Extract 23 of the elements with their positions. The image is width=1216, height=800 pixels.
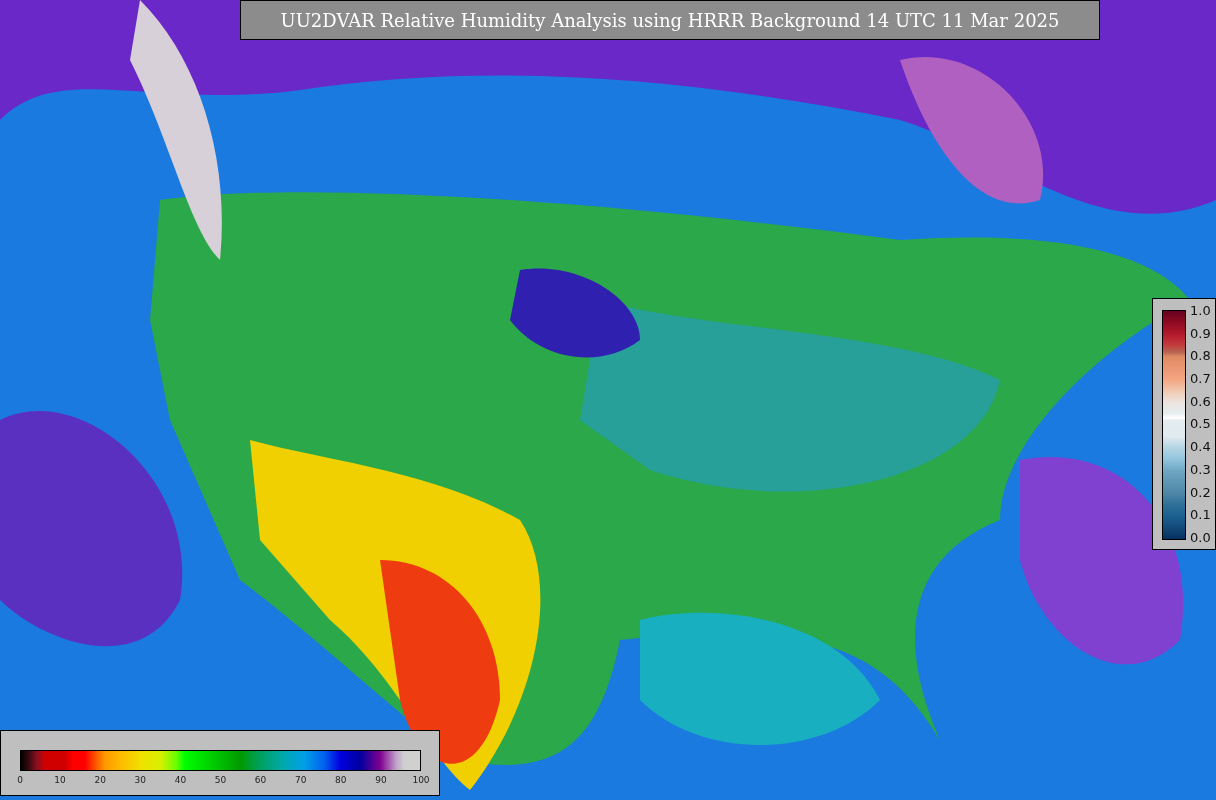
tick-label: 0.1 [1190,508,1211,522]
tick-label: 60 [254,775,267,785]
tick-label: 0.0 [1190,530,1211,544]
tick-label: 1.0 [1190,304,1211,317]
tick-label: 50 [214,775,227,785]
tick-label: 0 [17,775,23,785]
tick-label: 0.5 [1190,417,1211,431]
tick-label: 0.9 [1190,326,1211,340]
tick-label: 0.8 [1190,349,1211,363]
tick-label: 100 [412,775,430,785]
tick-label: 0.6 [1190,394,1211,408]
tick-label: 70 [294,775,307,785]
tick-label: 0.7 [1190,372,1211,386]
tick-label: 20 [94,775,106,785]
tick-label: 10 [54,775,66,785]
tick-label: 40 [174,775,187,785]
tick-label: 90 [375,775,387,785]
tick-label: 0.3 [1190,462,1211,476]
tick-label: 80 [335,775,347,785]
tick-label: 0.4 [1190,440,1211,454]
map-title: UU2DVAR Relative Humidity Analysis using HRRR Background 14 UTC 11 Mar 2025 [240,0,1100,40]
tick-label: 0.2 [1190,485,1211,499]
tick-label: 30 [134,775,146,785]
